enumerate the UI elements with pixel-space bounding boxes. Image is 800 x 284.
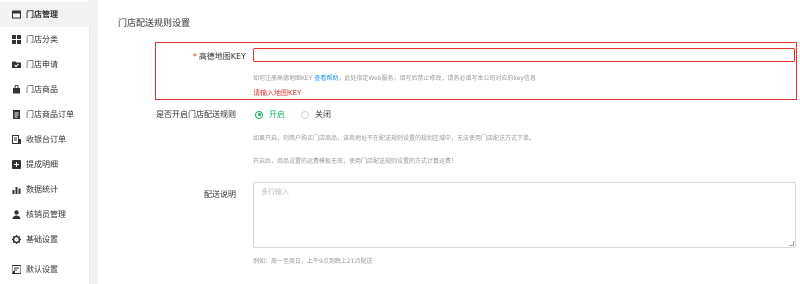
sidebar-item-label: 基础设置: [26, 235, 58, 244]
sidebar-item-label: 收银台订单: [26, 135, 66, 144]
delivery-desc-example: 例如：周一至周日，上午9点到晚上21点配送: [253, 258, 373, 265]
sidebar-item-label: 门店分类: [26, 35, 58, 44]
amap-key-help: 如何注册高德地图KEY 查看帮助，此处指定Web服务，填写后禁止修改，请务必填写…: [253, 73, 536, 82]
bag-icon: [12, 85, 21, 94]
sidebar-item-label: 门店商品: [26, 85, 58, 94]
delivery-note-2: 开启后，商品设置的运费模板无效，使用门店配送规则设置的方式计算运费！: [253, 158, 458, 165]
sidebar-item-label: 门店申请: [26, 60, 58, 69]
user-icon: [12, 210, 21, 219]
required-mark: *: [192, 52, 197, 61]
sidebar-item-label: 提成明细: [26, 160, 58, 169]
sidebar: 门店管理 门店分类 门店申请 门店商品 门店商品订单 收银台订单 提成明细 数据…: [0, 0, 90, 284]
sidebar-item-default-settings[interactable]: 默认设置: [0, 257, 90, 282]
radio-disable-label: 关闭: [315, 110, 331, 119]
settings-list-icon: [12, 265, 21, 274]
sidebar-item-cashier-order[interactable]: 收银台订单: [0, 127, 90, 152]
cashier-icon: [12, 135, 21, 144]
sidebar-item-label: 门店商品订单: [26, 110, 74, 119]
view-help-link[interactable]: 查看帮助: [314, 75, 338, 82]
sidebar-item-store-category[interactable]: 门店分类: [0, 27, 90, 52]
sidebar-item-store-management[interactable]: 门店管理: [0, 2, 90, 27]
delivery-desc-textarea[interactable]: 多行输入: [253, 182, 796, 248]
help-suffix: ，此处指定Web服务，填写后禁止修改，请务必填写本公司对应的key信息: [338, 75, 536, 82]
sidebar-item-label: 默认设置: [26, 265, 58, 274]
document-icon: [12, 110, 21, 119]
sidebar-item-basic-settings[interactable]: 基础设置: [0, 227, 90, 252]
textarea-placeholder: 多行输入: [261, 188, 289, 196]
sidebar-item-label: 数据统计: [26, 185, 58, 194]
sidebar-item-commission[interactable]: 提成明细: [0, 152, 90, 177]
main-content: 门店配送规则设置 * 高德地图KEY 如何注册高德地图KEY 查看帮助，此处指定W…: [98, 0, 800, 284]
sidebar-item-label: 门店管理: [26, 10, 58, 19]
radio-checked-icon: [255, 110, 263, 119]
bar-chart-icon: [12, 185, 21, 194]
category-grid-icon: [12, 35, 21, 44]
amap-key-input[interactable]: [253, 48, 795, 62]
delivery-desc-label: 配送说明: [204, 190, 236, 199]
radio-enable[interactable]: 开启: [255, 109, 285, 120]
amap-key-label: * 高德地图KEY: [158, 51, 246, 62]
radio-enable-label: 开启: [269, 110, 285, 119]
help-prefix: 如何注册高德地图KEY: [253, 75, 313, 82]
store-icon: [12, 10, 21, 19]
sidebar-item-label: 核销员管理: [26, 210, 66, 219]
radio-unchecked-icon: [301, 110, 309, 119]
sidebar-item-verifier[interactable]: 核销员管理: [0, 202, 90, 227]
sidebar-item-store-apply[interactable]: 门店申请: [0, 52, 90, 77]
delivery-note-1: 如果开启，则用户购买门店商品，该商地址不在配送规则设置的规划区域中，无法使用门店…: [253, 135, 536, 142]
gear-icon: [12, 235, 21, 244]
amap-key-error: 请输入地图KEY: [253, 89, 302, 97]
sidebar-item-statistics[interactable]: 数据统计: [0, 177, 90, 202]
folder-check-icon: [12, 60, 21, 69]
app-frame: 门店管理 门店分类 门店申请 门店商品 门店商品订单 收银台订单 提成明细 数据…: [0, 0, 800, 284]
page-title: 门店配送规则设置: [118, 19, 191, 29]
amap-key-label-text: 高德地图KEY: [198, 52, 246, 61]
resize-handle-icon[interactable]: [789, 241, 794, 246]
delivery-toggle-label: 是否开启门店配送规则: [156, 110, 236, 119]
radio-disable[interactable]: 关闭: [301, 109, 331, 120]
sidebar-item-store-goods-order[interactable]: 门店商品订单: [0, 102, 90, 127]
plus-box-icon: [12, 160, 21, 169]
sidebar-item-store-goods[interactable]: 门店商品: [0, 77, 90, 102]
